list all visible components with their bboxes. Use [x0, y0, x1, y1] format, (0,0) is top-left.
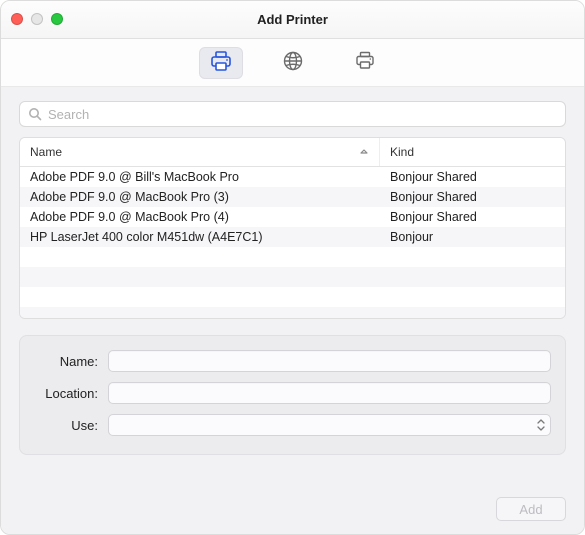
sort-ascending-icon — [359, 147, 369, 157]
use-label: Use: — [34, 418, 108, 433]
traffic-lights — [11, 13, 63, 25]
cell-name: HP LaserJet 400 color M451dw (A4E7C1) — [20, 230, 380, 244]
search-input[interactable] — [48, 107, 557, 122]
search-field[interactable] — [19, 101, 566, 127]
column-header-name[interactable]: Name — [20, 138, 380, 166]
name-field[interactable] — [108, 350, 551, 372]
table-row[interactable]: Adobe PDF 9.0 @ Bill's MacBook ProBonjou… — [20, 167, 565, 187]
form-card: Name: Location: Use: — [19, 335, 566, 455]
cell-kind: Bonjour Shared — [380, 170, 565, 184]
cell-name: Adobe PDF 9.0 @ Bill's MacBook Pro — [20, 170, 380, 184]
footer: Add — [1, 484, 584, 534]
zoom-window-button[interactable] — [51, 13, 63, 25]
column-header-name-label: Name — [30, 145, 62, 159]
table-row-empty — [20, 287, 565, 307]
column-header-kind[interactable]: Kind — [380, 138, 565, 166]
cell-kind: Bonjour Shared — [380, 190, 565, 204]
toolbar — [1, 39, 584, 87]
body: Name Kind Adobe PDF 9.0 @ Bill's MacBook… — [1, 87, 584, 484]
window-title: Add Printer — [257, 12, 328, 27]
cell-kind: Bonjour — [380, 230, 565, 244]
search-icon — [28, 107, 42, 121]
use-select[interactable] — [108, 414, 551, 436]
globe-icon — [281, 50, 305, 75]
tab-ip[interactable] — [271, 47, 315, 79]
printer-icon — [209, 50, 233, 75]
table-row-empty — [20, 267, 565, 287]
location-field[interactable] — [108, 382, 551, 404]
table-row-empty — [20, 307, 565, 318]
cell-name: Adobe PDF 9.0 @ MacBook Pro (4) — [20, 210, 380, 224]
close-window-button[interactable] — [11, 13, 23, 25]
table-row-empty — [20, 247, 565, 267]
minimize-window-button[interactable] — [31, 13, 43, 25]
name-label: Name: — [34, 354, 108, 369]
cell-name: Adobe PDF 9.0 @ MacBook Pro (3) — [20, 190, 380, 204]
table-body: Adobe PDF 9.0 @ Bill's MacBook ProBonjou… — [20, 167, 565, 318]
location-label: Location: — [34, 386, 108, 401]
table-row[interactable]: Adobe PDF 9.0 @ MacBook Pro (4)Bonjour S… — [20, 207, 565, 227]
table-header: Name Kind — [20, 138, 565, 167]
printer-table: Name Kind Adobe PDF 9.0 @ Bill's MacBook… — [19, 137, 566, 319]
add-button[interactable]: Add — [496, 497, 566, 521]
network-printer-icon — [353, 50, 377, 75]
table-row[interactable]: HP LaserJet 400 color M451dw (A4E7C1)Bon… — [20, 227, 565, 247]
titlebar: Add Printer — [1, 1, 584, 39]
table-row[interactable]: Adobe PDF 9.0 @ MacBook Pro (3)Bonjour S… — [20, 187, 565, 207]
cell-kind: Bonjour Shared — [380, 210, 565, 224]
tab-windows[interactable] — [343, 47, 387, 79]
tab-default[interactable] — [199, 47, 243, 79]
add-printer-window: Add Printer — [0, 0, 585, 535]
column-header-kind-label: Kind — [390, 145, 414, 159]
